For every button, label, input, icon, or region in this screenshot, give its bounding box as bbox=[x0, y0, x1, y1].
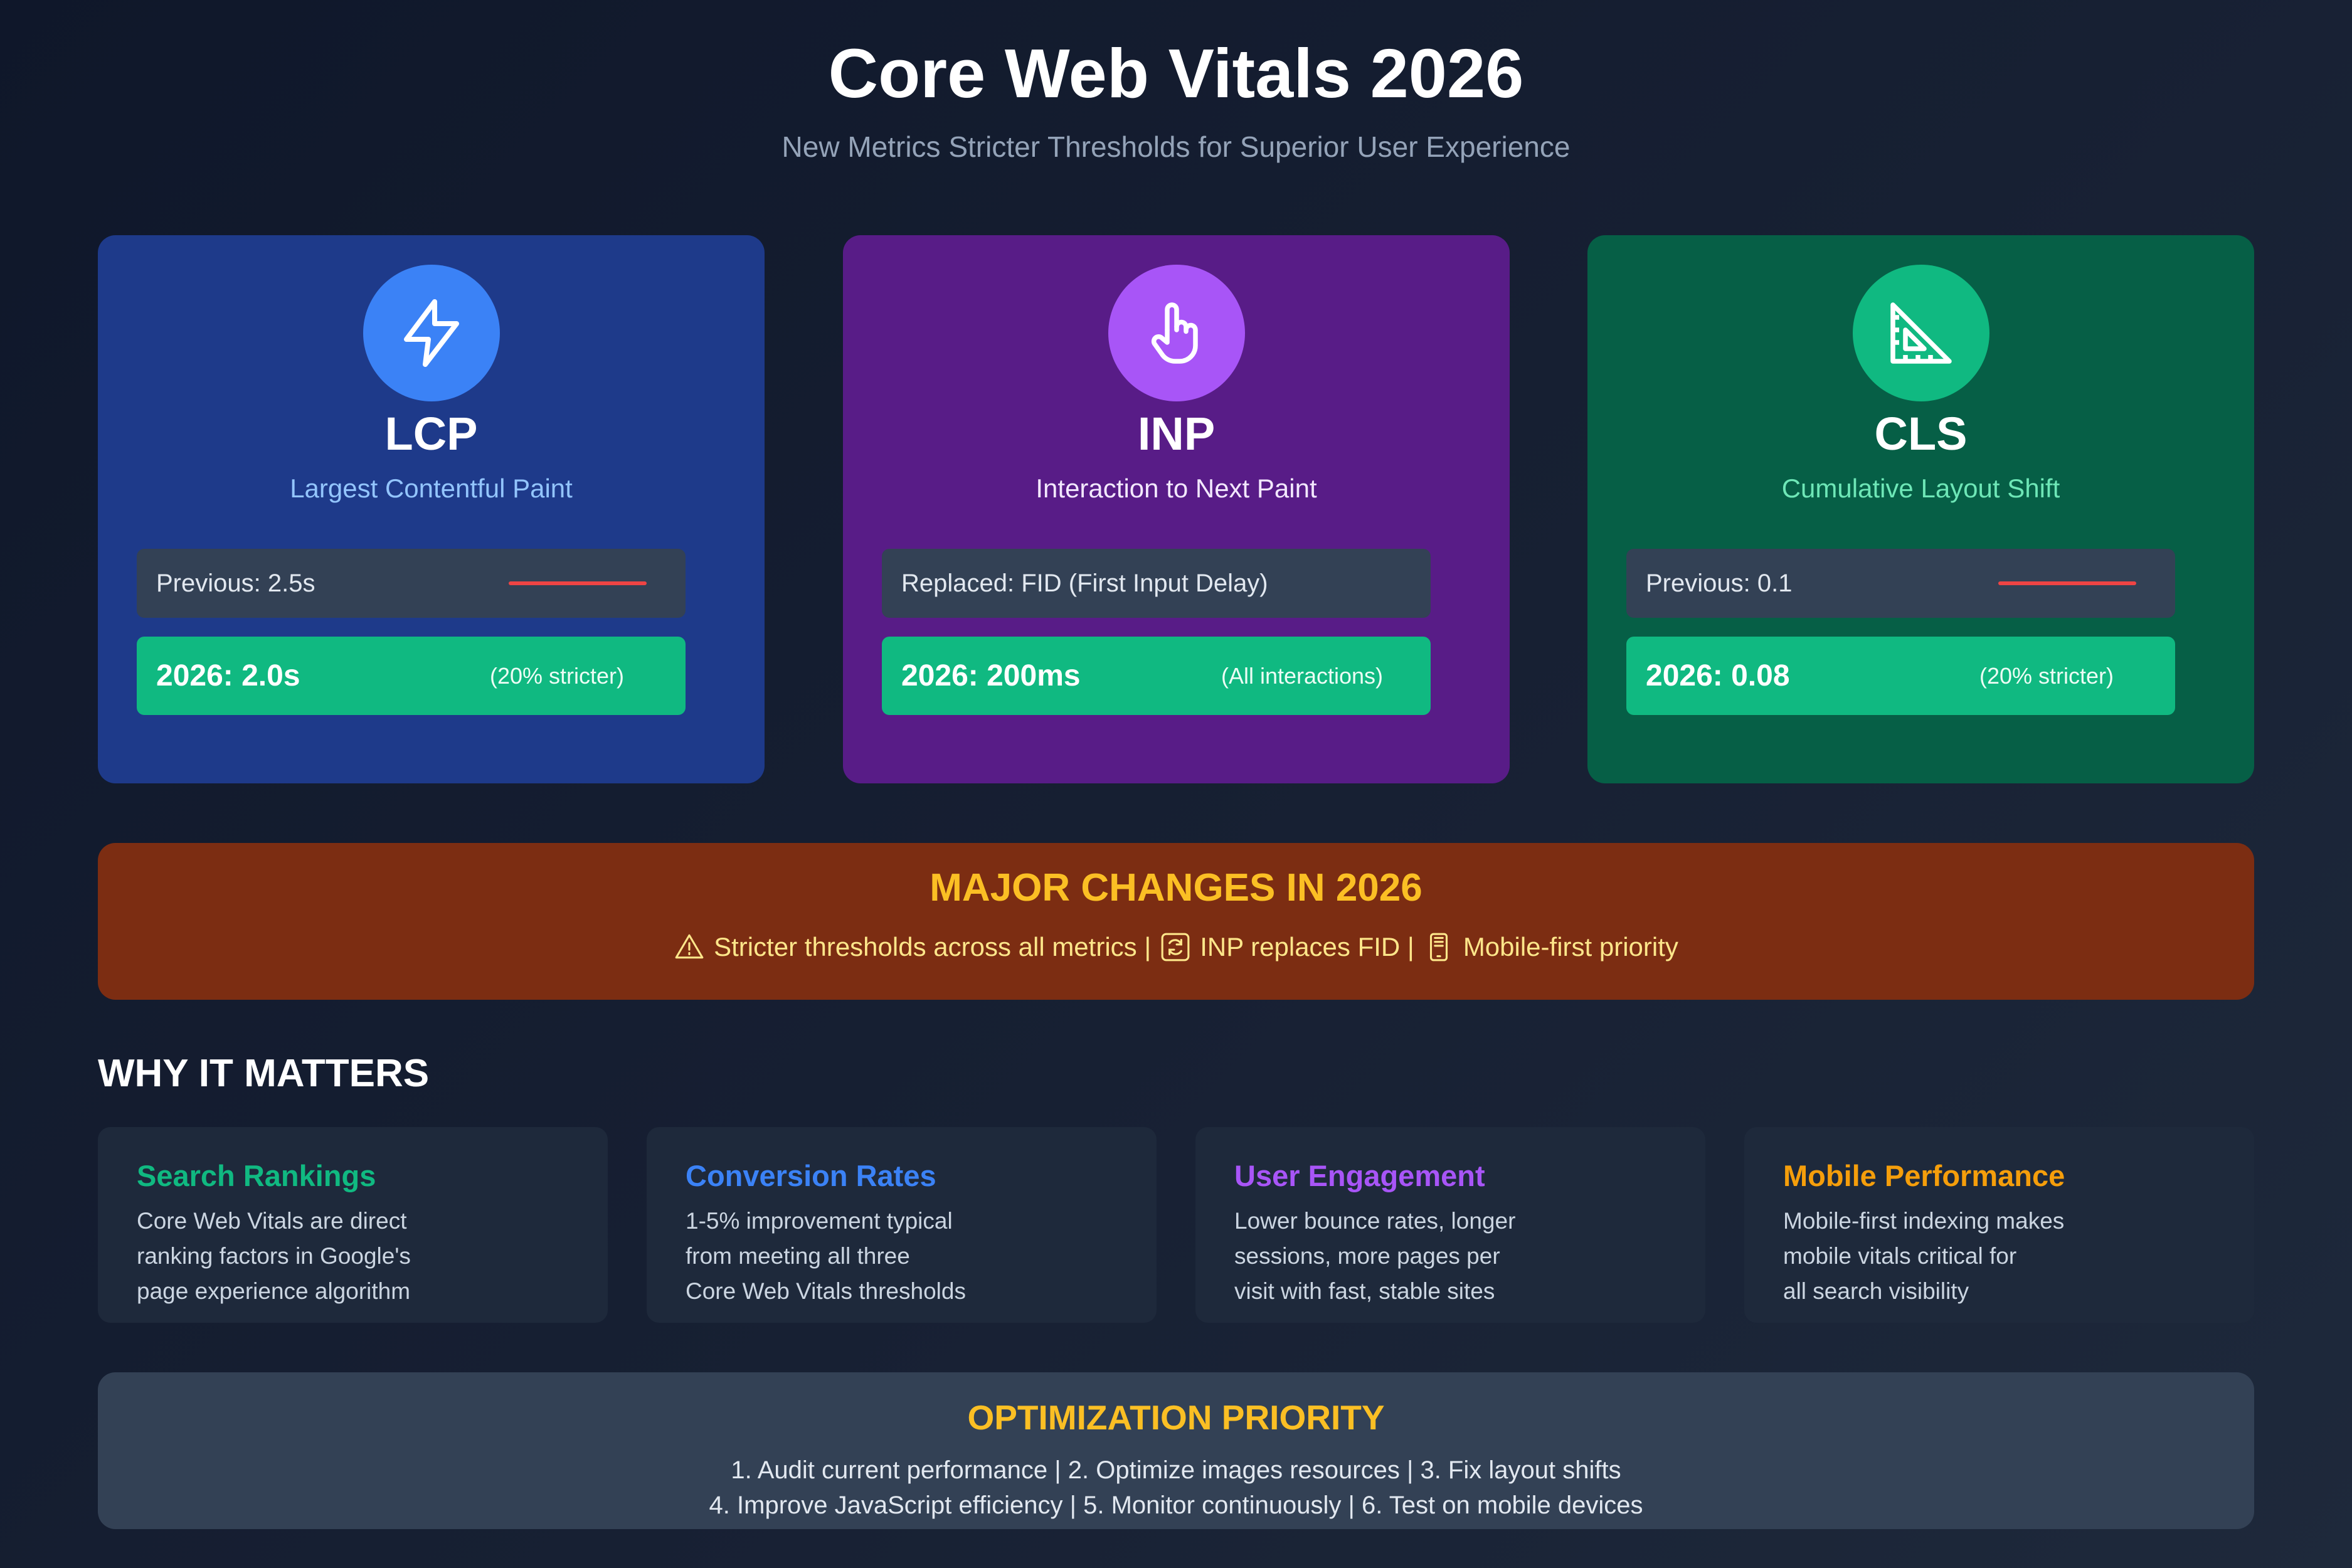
why-card-desc: Mobile-first indexing makes mobile vital… bbox=[1783, 1208, 2065, 1304]
metric-card-inp: INP Interaction to Next Paint Replaced: … bbox=[843, 235, 1510, 783]
new-threshold-note: (20% stricter) bbox=[1979, 662, 2114, 689]
strikethrough-line bbox=[509, 581, 647, 585]
change-item-mobile: Mobile-first priority bbox=[1463, 932, 1678, 961]
metric-abbr: CLS bbox=[1874, 408, 1968, 460]
previous-threshold: Replaced: FID (First Input Delay) bbox=[882, 549, 1431, 618]
previous-threshold: Previous: 2.5s bbox=[137, 549, 686, 618]
why-card-desc: 1-5% improvement typical from meeting al… bbox=[686, 1208, 966, 1304]
ruler-triangle-icon bbox=[1852, 265, 1989, 401]
new-threshold-value: 2026: 0.08 bbox=[1646, 659, 1790, 692]
why-card-title: User Engagement bbox=[1234, 1159, 1485, 1192]
metric-abbr: LCP bbox=[384, 408, 478, 460]
page-subtitle: New Metrics Stricter Thresholds for Supe… bbox=[781, 130, 1571, 163]
warning-icon bbox=[675, 934, 704, 959]
why-card-desc: Lower bounce rates, longer sessions, mor… bbox=[1234, 1208, 1516, 1304]
new-threshold-note: (All interactions) bbox=[1221, 662, 1384, 689]
optimization-steps-line-1: 1. Audit current performance | 2. Optimi… bbox=[731, 1456, 1621, 1484]
metric-full-name: Interaction to Next Paint bbox=[1036, 474, 1317, 503]
why-card-mobile-performance: Mobile Performance Mobile-first indexing… bbox=[1744, 1127, 2254, 1323]
mobile-icon bbox=[1429, 933, 1448, 961]
why-card-conversion-rates: Conversion Rates 1-5% improvement typica… bbox=[647, 1127, 1157, 1323]
why-card-search-rankings: Search Rankings Core Web Vitals are dire… bbox=[98, 1127, 608, 1323]
major-changes-title: MAJOR CHANGES IN 2026 bbox=[930, 866, 1422, 909]
new-threshold: 2026: 200ms (All interactions) bbox=[882, 637, 1431, 715]
metric-abbr: INP bbox=[1137, 408, 1216, 460]
why-card-user-engagement: User Engagement Lower bounce rates, long… bbox=[1195, 1127, 1705, 1323]
section-heading-why: WHY IT MATTERS bbox=[98, 1052, 430, 1095]
optimization-title: OPTIMIZATION PRIORITY bbox=[967, 1398, 1385, 1437]
why-card-title: Conversion Rates bbox=[686, 1159, 936, 1192]
new-threshold: 2026: 0.08 (20% stricter) bbox=[1626, 637, 2175, 715]
change-item-thresholds: Stricter thresholds across all metrics | bbox=[714, 932, 1152, 961]
strikethrough-line bbox=[1998, 581, 2136, 585]
page-title: Core Web Vitals 2026 bbox=[828, 35, 1524, 112]
metric-full-name: Largest Contentful Paint bbox=[290, 474, 573, 503]
why-card-title: Mobile Performance bbox=[1783, 1159, 2065, 1192]
refresh-icon bbox=[1161, 933, 1190, 961]
new-threshold-value: 2026: 200ms bbox=[901, 659, 1081, 692]
metric-card-lcp: LCP Largest Contentful Paint Previous: 2… bbox=[98, 235, 765, 783]
previous-label: Replaced: FID (First Input Delay) bbox=[901, 569, 1268, 597]
previous-threshold: Previous: 0.1 bbox=[1626, 549, 2175, 618]
new-threshold-note: (20% stricter) bbox=[489, 662, 625, 689]
why-card-desc: Core Web Vitals are direct ranking facto… bbox=[137, 1208, 411, 1304]
previous-label: Previous: 2.5s bbox=[156, 569, 315, 597]
previous-label: Previous: 0.1 bbox=[1646, 569, 1793, 597]
optimization-steps-line-2: 4. Improve JavaScript efficiency | 5. Mo… bbox=[709, 1491, 1643, 1519]
new-threshold-value: 2026: 2.0s bbox=[156, 659, 300, 692]
new-threshold: 2026: 2.0s (20% stricter) bbox=[137, 637, 686, 715]
why-card-title: Search Rankings bbox=[137, 1159, 376, 1192]
major-changes-banner: MAJOR CHANGES IN 2026 Stricter threshold… bbox=[98, 843, 2254, 1000]
change-item-inp: INP replaces FID | bbox=[1200, 932, 1414, 961]
pointer-hand-icon bbox=[1108, 265, 1245, 401]
metric-card-cls: CLS Cumulative Layout Shift Previous: 0.… bbox=[1587, 235, 2254, 783]
optimization-priority-panel: OPTIMIZATION PRIORITY 1. Audit current p… bbox=[98, 1372, 2254, 1529]
lightning-icon bbox=[363, 265, 500, 401]
major-changes-list: Stricter thresholds across all metrics |… bbox=[98, 931, 2254, 963]
metric-full-name: Cumulative Layout Shift bbox=[1781, 474, 2060, 503]
